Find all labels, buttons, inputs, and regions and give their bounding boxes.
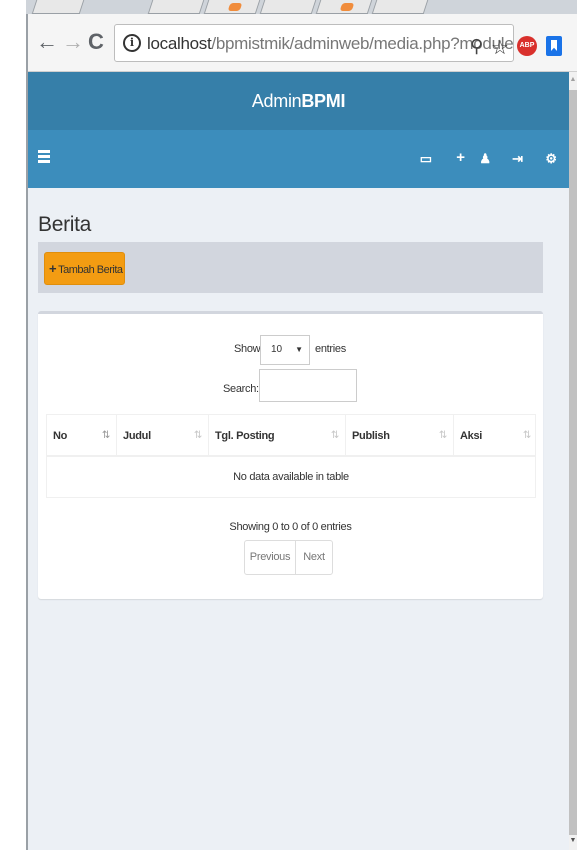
search-input[interactable] — [259, 369, 357, 402]
browser-tab[interactable] — [371, 0, 429, 14]
page-scrollbar[interactable]: ▲ ▼ — [569, 72, 577, 850]
data-table-box: Show 10 ▼ entries Search: No ⇅ Judul ⇅ Tgl.… — [38, 311, 543, 599]
info-icon[interactable]: i — [123, 34, 141, 52]
forward-arrow-icon[interactable]: → — [62, 30, 84, 54]
laptop-icon[interactable]: ▭ — [420, 151, 432, 167]
previous-button[interactable]: Previous — [244, 540, 296, 575]
column-header-tgl-posting[interactable]: Tgl. Posting ⇅ — [209, 415, 346, 457]
address-bar[interactable]: i localhost/bpmistmik/adminweb/media.php… — [114, 24, 514, 62]
adblock-icon[interactable]: ABP — [517, 36, 537, 56]
tab-favicon-icon — [227, 3, 243, 11]
page-viewport: AdminBPMI ▭ + ♟ ⇥ ⚙ Berita + Tambah Berit… — [28, 72, 569, 850]
user-icon[interactable]: ♟ — [479, 151, 491, 167]
window-edge — [0, 0, 26, 850]
action-bar: + Tambah Berita — [38, 242, 543, 293]
next-button[interactable]: Next — [295, 540, 333, 575]
plus-icon: + — [49, 261, 57, 276]
empty-table-message: No data available in table — [233, 471, 349, 483]
sort-icon: ⇅ — [330, 430, 339, 441]
scroll-down-icon[interactable]: ▼ — [569, 837, 577, 844]
scroll-up-icon[interactable]: ▲ — [569, 76, 577, 83]
berita-table: No ⇅ Judul ⇅ Tgl. Posting ⇅ Publish ⇅ Aksi ⇅ … — [46, 414, 536, 498]
sort-icon: ⇅ — [101, 430, 110, 441]
caret-down-icon: ▼ — [295, 345, 303, 354]
reload-icon[interactable]: C — [88, 30, 104, 54]
logo[interactable]: AdminBPMI — [28, 72, 569, 130]
add-berita-button[interactable]: + Tambah Berita — [44, 252, 125, 285]
browser-tab[interactable] — [147, 0, 205, 14]
browser-tab[interactable] — [315, 0, 373, 14]
column-header-no[interactable]: No ⇅ — [47, 415, 117, 457]
page-title: Berita — [38, 213, 92, 236]
menu-toggle-icon[interactable] — [38, 150, 50, 164]
browser-tab[interactable] — [31, 0, 85, 14]
top-navbar: ▭ + ♟ ⇥ ⚙ — [28, 130, 569, 188]
entries-select[interactable]: 10 ▼ — [260, 335, 310, 365]
sort-icon: ⇅ — [522, 430, 531, 441]
entries-label: entries — [315, 343, 346, 355]
table-info: Showing 0 to 0 of 0 entries — [229, 521, 352, 533]
search-label: Search: — [223, 383, 259, 395]
column-header-aksi[interactable]: Aksi ⇅ — [454, 415, 537, 457]
tab-favicon-icon — [339, 3, 355, 11]
bookmark-extension-icon[interactable] — [546, 36, 562, 56]
sign-out-icon[interactable]: ⇥ — [512, 151, 523, 167]
plus-icon[interactable]: + — [456, 149, 465, 166]
bookmark-star-icon[interactable]: ☆ — [491, 35, 509, 60]
column-header-publish[interactable]: Publish ⇅ — [346, 415, 454, 457]
scroll-thumb[interactable] — [569, 90, 577, 835]
browser-tab[interactable] — [203, 0, 261, 14]
back-arrow-icon[interactable]: ← — [36, 30, 58, 54]
show-label: Show — [234, 343, 261, 355]
sort-icon: ⇅ — [438, 430, 447, 441]
tab-strip — [0, 0, 577, 14]
sort-icon: ⇅ — [193, 430, 202, 441]
zoom-icon[interactable]: ⚲ — [470, 36, 483, 57]
gears-icon[interactable]: ⚙ — [545, 151, 557, 167]
browser-toolbar: ← → C i localhost/bpmistmik/adminweb/med… — [28, 14, 577, 72]
browser-tab[interactable] — [259, 0, 317, 14]
url-text[interactable]: localhost/bpmistmik/adminweb/media.php?m… — [147, 34, 514, 54]
column-header-judul[interactable]: Judul ⇅ — [117, 415, 209, 457]
table-header: No ⇅ Judul ⇅ Tgl. Posting ⇅ Publish ⇅ Aksi ⇅ — [47, 415, 535, 457]
